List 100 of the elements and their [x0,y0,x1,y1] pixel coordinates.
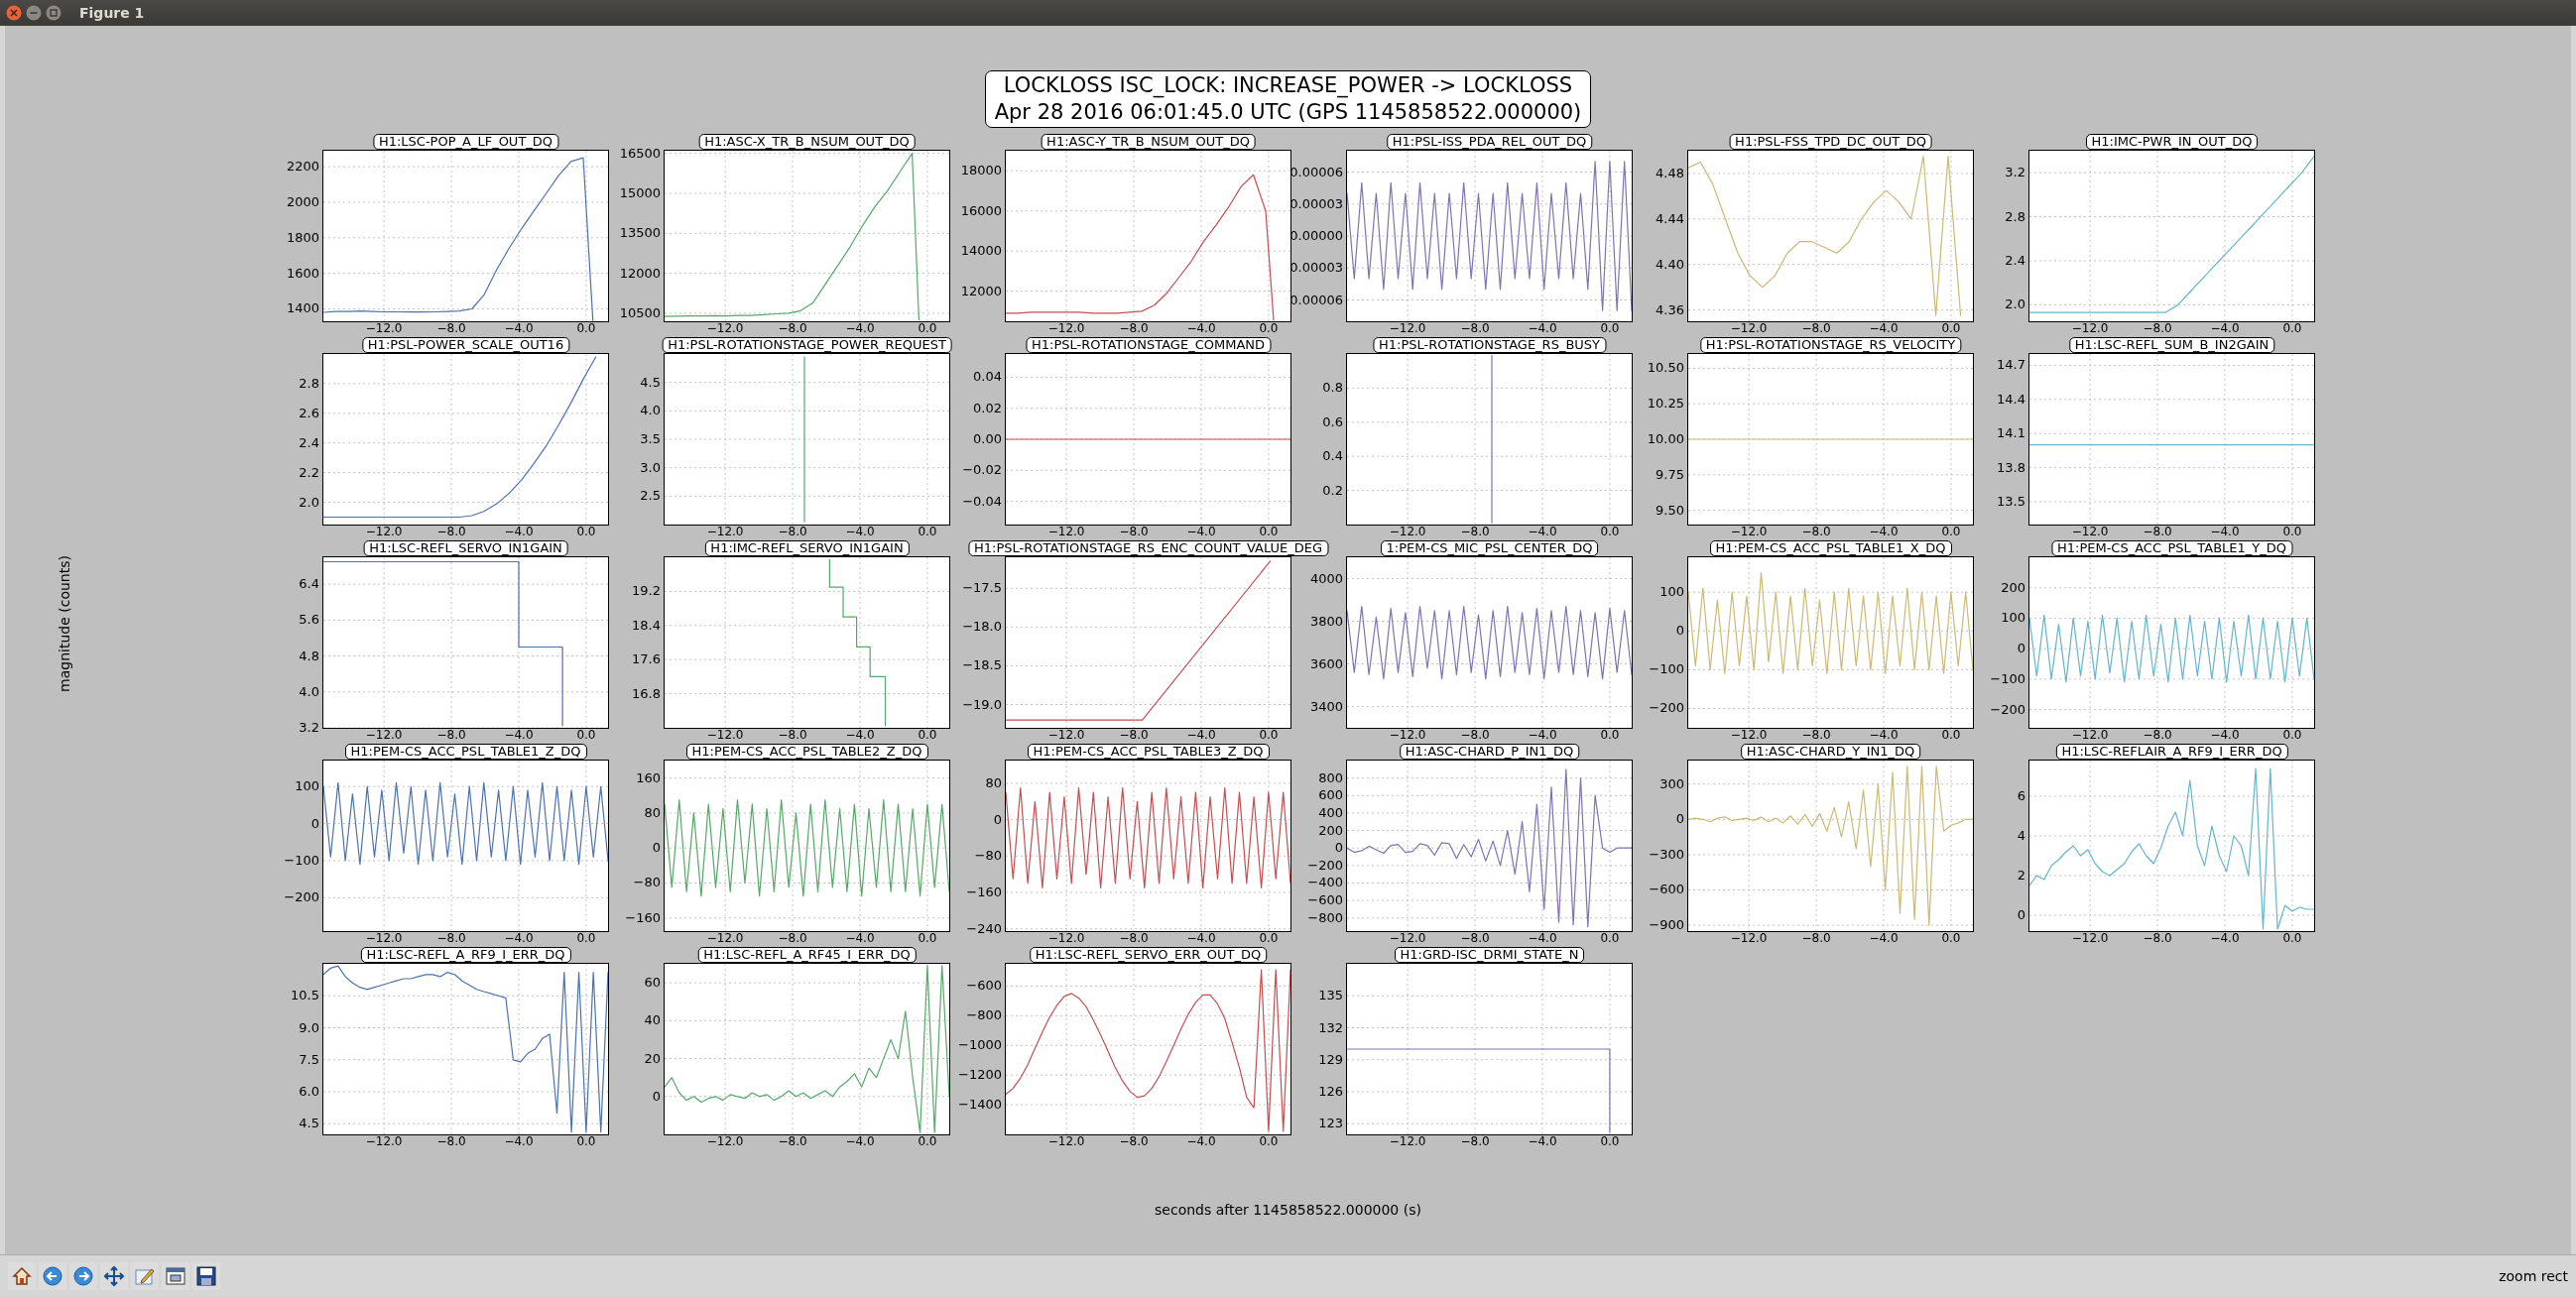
x-tick-label: −8.0 [778,322,807,335]
x-tick-label: 0.0 [1941,932,1961,945]
y-tick-label: 2.6 [299,405,319,421]
y-tick-label: 4.5 [299,1116,319,1132]
y-tick-label: 135 [1318,988,1343,1004]
save-button[interactable] [192,1262,220,1290]
home-button[interactable] [8,1262,36,1290]
y-tick-label: 0.8 [1322,380,1343,397]
x-tick-label: −4.0 [1869,526,1899,538]
x-tick-label: −12.0 [365,729,403,742]
y-tick-label: 5.6 [299,612,319,629]
x-tick-label: −4.0 [845,526,875,538]
x-tick-label: −8.0 [2143,526,2172,538]
y-tick-label: 126 [1318,1084,1343,1100]
x-tick-label: 0.0 [918,729,937,742]
y-tick-label: 13500 [619,225,661,242]
y-tick-label: 4.5 [640,374,661,391]
x-tick-label: 0.0 [576,1135,596,1148]
x-tick-label: 0.0 [1941,322,1961,335]
x-tick-label: −12.0 [706,932,744,945]
y-tick-label: 0 [1675,623,1684,640]
y-tick-label: 0.00006 [1289,164,1343,180]
chart-title: H1:PSL-POWER_SCALE_OUT16 [361,337,570,353]
y-tick-label: 13.5 [1997,494,2025,511]
y-tick-label: 4 [2017,828,2025,844]
x-tick-label: 0.0 [1600,729,1620,742]
y-tick-label: 10500 [619,304,661,321]
y-tick-label: 4.0 [299,683,319,700]
x-tick-label: −4.0 [1528,1135,1557,1148]
y-tick-label: 0 [652,840,661,857]
x-tick-label: −8.0 [778,1135,807,1148]
y-tick-label: −400 [1307,875,1343,891]
x-tick-label: −4.0 [1528,932,1557,945]
close-icon[interactable] [6,5,22,21]
y-tick-label: 4.44 [1656,210,1684,227]
x-tick-label: 0.0 [918,526,937,538]
x-tick-label: −12.0 [1389,729,1426,742]
y-tick-label: −100 [1990,670,2025,687]
x-tick-label: 0.0 [576,932,596,945]
chart-title: H1:ASC-CHARD_Y_IN1_DQ [1740,744,1921,760]
y-tick-label: −200 [1307,857,1343,874]
chart-title: H1:PEM-CS_ACC_PSL_TABLE1_Y_DQ [2051,540,2292,556]
x-tick-label: −4.0 [1528,729,1557,742]
minimize-icon[interactable] [26,5,42,21]
zoom-button[interactable] [131,1262,159,1290]
x-tick-label: −8.0 [436,526,466,538]
x-tick-label: −12.0 [1047,322,1085,335]
x-tick-label: −8.0 [436,932,466,945]
configure-button[interactable] [162,1262,189,1290]
x-tick-label: −8.0 [436,1135,466,1148]
y-tick-label: 80 [985,774,1002,791]
x-tick-label: −8.0 [1119,526,1149,538]
y-tick-label: 4.36 [1656,301,1684,318]
x-tick-label: −8.0 [1801,526,1831,538]
x-tick-label: −12.0 [1730,322,1768,335]
y-tick-label: 20 [644,1050,661,1067]
window-title: Figure 1 [79,5,145,21]
x-tick-label: −12.0 [1047,1135,1085,1148]
y-tick-label: −600 [1307,892,1343,909]
x-tick-label: −8.0 [1119,322,1149,335]
y-tick-label: 3.2 [2005,165,2025,181]
y-tick-label: −17.5 [962,580,1002,597]
y-tick-label: 10.5 [291,988,319,1004]
y-tick-label: 2.4 [2005,252,2025,269]
y-tick-label: 2200 [286,159,319,176]
x-tick-label: −12.0 [706,1135,744,1148]
y-tick-label: 4.8 [299,648,319,664]
x-tick-label: 0.0 [1259,1135,1279,1148]
x-tick-label: −12.0 [365,526,403,538]
y-tick-label: −100 [1649,661,1684,678]
y-tick-label: 400 [1318,804,1343,821]
y-tick-label: 7.5 [299,1051,319,1068]
pan-button[interactable] [100,1262,128,1290]
y-tick-label: −200 [1990,701,2025,718]
x-tick-label: −4.0 [845,932,875,945]
y-tick-label: −800 [966,1007,1002,1024]
x-tick-label: −4.0 [1186,526,1216,538]
forward-button[interactable] [69,1262,97,1290]
back-button[interactable] [39,1262,66,1290]
y-tick-label: 123 [1318,1116,1343,1132]
x-tick-label: 0.0 [2282,322,2302,335]
x-tick-label: −4.0 [1186,729,1216,742]
y-tick-label: −160 [625,909,661,926]
chart-title: H1:PSL-FSS_TPD_DC_OUT_DQ [1729,134,1932,150]
y-tick-label: 4.48 [1656,165,1684,181]
x-tick-label: 0.0 [2282,729,2302,742]
chart-title: H1:LSC-POP_A_LF_OUT_DQ [372,134,559,150]
x-tick-label: −12.0 [1047,729,1085,742]
x-tick-label: −12.0 [1389,322,1426,335]
y-tick-label: 0.04 [973,369,1002,386]
x-tick-label: −8.0 [2143,932,2172,945]
maximize-icon[interactable] [46,5,61,21]
y-tick-label: 17.6 [632,651,661,668]
x-tick-label: −12.0 [706,526,744,538]
x-tick-label: 0.0 [576,526,596,538]
x-tick-label: −4.0 [504,526,534,538]
chart-title: H1:LSC-REFL_A_RF45_I_ERR_DQ [697,947,917,963]
x-tick-label: 0.0 [1600,526,1620,538]
y-tick-label: 10.25 [1647,396,1684,413]
y-tick-label: −160 [966,884,1002,900]
